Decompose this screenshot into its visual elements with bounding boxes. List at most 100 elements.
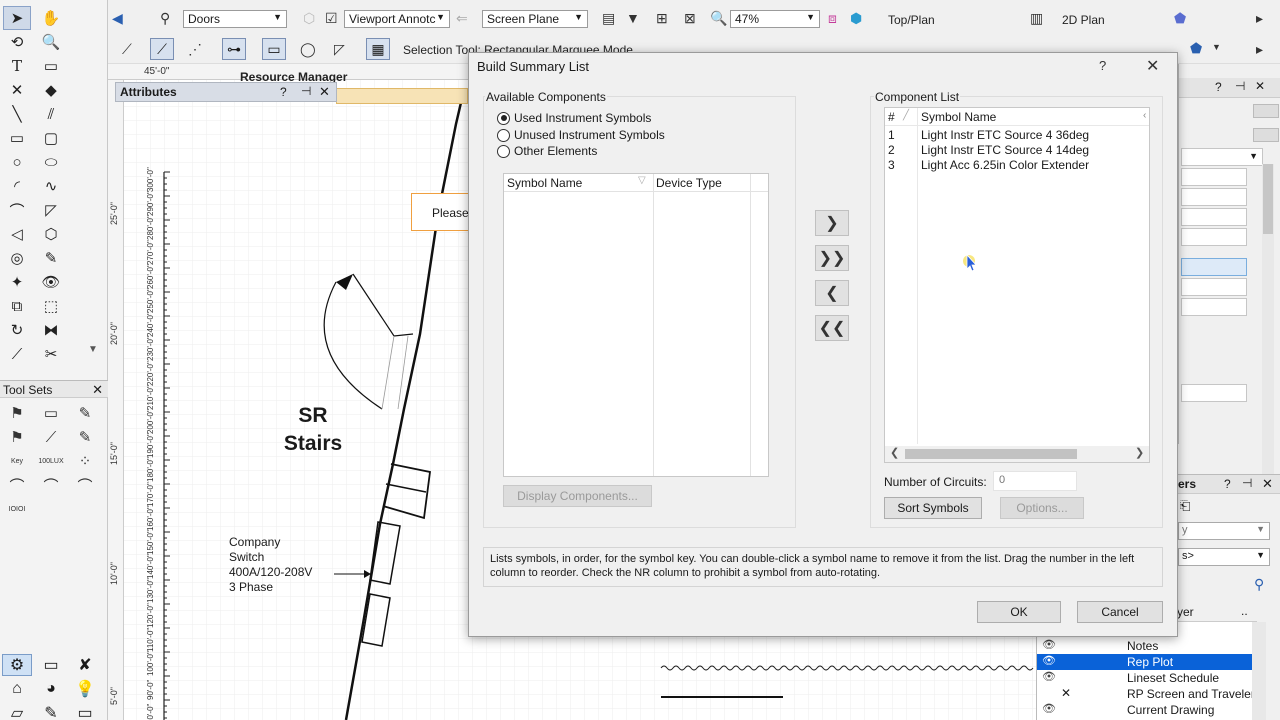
view-value[interactable]: Top/Plan xyxy=(888,13,935,27)
close-icon[interactable]: ✕ xyxy=(92,382,103,398)
layer-icon[interactable]: ⬡ xyxy=(303,10,315,27)
column-more-icon[interactable]: ‹ xyxy=(1143,110,1146,121)
component-list-table[interactable]: # ╱ Symbol Name ‹ 1 Light Instr ETC Sourc… xyxy=(884,107,1150,463)
mirror-tool-icon[interactable]: ⧓ xyxy=(37,318,65,342)
column-number[interactable]: # xyxy=(888,110,895,124)
light-position-icon[interactable]: ▭ xyxy=(36,402,66,424)
note-box[interactable]: Please xyxy=(411,193,473,231)
flyover-tool-icon[interactable]: ⟲ xyxy=(3,30,31,54)
layer-row[interactable]: 👁 Rep Plot xyxy=(1037,654,1257,670)
palette-button[interactable] xyxy=(1253,104,1279,118)
snap-icon[interactable]: ⬟ xyxy=(1190,40,1202,57)
cancel-button[interactable]: Cancel xyxy=(1077,601,1163,623)
layer-column-name[interactable]: yer xyxy=(1177,605,1194,619)
furniture-icon[interactable]: ▭ xyxy=(70,702,100,720)
component-number[interactable]: 3 xyxy=(888,158,895,172)
truss-icon[interactable]: ⚑ xyxy=(2,426,32,448)
rectangular-marquee-icon[interactable]: ▭ xyxy=(262,38,286,60)
class-dropdown[interactable]: Doors ▼ xyxy=(183,10,287,28)
polygon-marquee-icon[interactable]: ◸ xyxy=(334,41,345,58)
focus-point-icon[interactable]: ✎ xyxy=(70,402,100,424)
callout-tool-icon[interactable]: ▭ xyxy=(37,54,65,78)
search-icon[interactable]: ⚲ xyxy=(1254,576,1264,593)
component-number[interactable]: 1 xyxy=(888,128,895,142)
component-symbol-name[interactable]: Light Instr ETC Source 4 14deg xyxy=(921,143,1089,157)
rounded-rectangle-tool-icon[interactable]: ▢ xyxy=(37,126,65,150)
layer-options-icon[interactable]: ☑ xyxy=(325,10,338,27)
double-line-tool-icon[interactable]: ⫽ xyxy=(37,102,65,126)
fill-tool-icon[interactable]: ⬚ xyxy=(37,294,65,318)
spiral-tool-icon[interactable]: ◎ xyxy=(3,246,31,270)
other-elements-radio[interactable]: Other Elements xyxy=(497,143,597,159)
column-symbol-name[interactable]: Symbol Name xyxy=(507,176,582,190)
palette-field-selected[interactable] xyxy=(1181,258,1247,276)
layer-row[interactable]: 👁 Current Drawing xyxy=(1037,702,1257,718)
chevron-down-icon[interactable]: ▼ xyxy=(88,344,98,355)
help-icon[interactable]: ? xyxy=(1099,58,1106,73)
selection-options-icon[interactable]: ▦ xyxy=(366,38,390,60)
projection-icon[interactable]: ⧈ xyxy=(828,10,837,27)
back-arrow-icon[interactable]: ◀ xyxy=(112,10,123,27)
help-icon[interactable]: ? xyxy=(1215,80,1222,94)
navigation-filter-dropdown[interactable]: y ▼ xyxy=(1178,522,1270,540)
palette-field[interactable] xyxy=(1181,278,1247,296)
zoom-icon[interactable]: 🔍 xyxy=(710,10,727,27)
remove-all-button[interactable]: ❮❮ xyxy=(815,315,849,341)
eye-icon[interactable]: 👁 xyxy=(1041,638,1057,651)
fit-to-objects-icon[interactable]: ⊞ xyxy=(656,10,668,27)
reshape-tool-icon[interactable]: ⟋ xyxy=(3,342,31,366)
visualization-icon[interactable]: ◕ xyxy=(36,678,66,700)
pin-icon[interactable]: ⊣ xyxy=(1235,79,1245,93)
close-icon[interactable]: ✕ xyxy=(1255,79,1265,93)
selection-tool-icon[interactable]: ➤ xyxy=(3,6,31,30)
page-icon[interactable]: ▤ xyxy=(602,10,615,27)
rigging-icon[interactable]: ✎ xyxy=(70,426,100,448)
palette-field[interactable] xyxy=(1181,188,1247,206)
palette-field[interactable] xyxy=(1181,384,1247,402)
add-all-button[interactable]: ❯❯ xyxy=(815,245,849,271)
class-icon[interactable]: ⚲ xyxy=(160,10,170,27)
component-row[interactable]: 3 Light Acc 6.25in Color Extender xyxy=(885,158,1149,173)
truss-set-icon[interactable]: ▭ xyxy=(36,654,66,676)
polygon-tool-icon[interactable]: ◸ xyxy=(37,198,65,222)
pin-icon[interactable]: ⊣ xyxy=(1242,476,1252,490)
3d-locus-tool-icon[interactable]: ◆ xyxy=(37,78,65,102)
palette-field[interactable] xyxy=(1181,228,1247,246)
eye-icon[interactable]: 👁 xyxy=(1041,670,1057,683)
circuits-field[interactable]: 0 xyxy=(993,471,1077,491)
speaker-array-icon[interactable]: ⁘ xyxy=(70,450,100,472)
arc-tool-icon[interactable]: ◜ xyxy=(3,174,31,198)
layer-column-more[interactable]: .. xyxy=(1241,604,1248,618)
photometer-icon[interactable]: 100LUX xyxy=(36,450,66,472)
dims-set-icon[interactable]: ✘ xyxy=(70,654,100,676)
display-components-button[interactable]: Display Components... xyxy=(503,485,652,507)
palette-field[interactable] xyxy=(1181,208,1247,226)
column-device-type[interactable]: Device Type xyxy=(656,176,722,190)
zoom-dropdown[interactable]: 47% ▼ xyxy=(730,10,820,28)
sort-symbols-button[interactable]: Sort Symbols xyxy=(884,497,982,519)
regular-polygon-tool-icon[interactable]: ⬡ xyxy=(37,222,65,246)
close-icon[interactable]: ✕ xyxy=(1262,476,1273,492)
layer-row[interactable]: 👁 Notes xyxy=(1037,638,1257,654)
rectangle-tool-icon[interactable]: ▭ xyxy=(3,126,31,150)
line-tool-icon[interactable]: ╲ xyxy=(3,102,31,126)
mode-nodes-icon[interactable]: ⋰ xyxy=(188,41,202,58)
mode-align-icon[interactable]: ⊶ xyxy=(222,38,246,60)
eye-icon[interactable]: 👁 xyxy=(1041,702,1057,715)
more-icon[interactable]: ▸ xyxy=(1256,10,1263,27)
view-options-icon[interactable]: ▼ xyxy=(626,10,640,26)
remove-one-button[interactable]: ❮ xyxy=(815,280,849,306)
snap-options-icon[interactable]: ▼ xyxy=(1212,42,1221,52)
scrollbar[interactable] xyxy=(1262,164,1274,484)
hidden-x-icon[interactable]: ✕ xyxy=(1061,686,1071,700)
mode-constrained-icon[interactable]: ⟋ xyxy=(122,41,132,58)
eyedropper-tool-icon[interactable]: ✎ xyxy=(37,246,65,270)
more-icon[interactable]: ▸ xyxy=(1256,41,1263,58)
pan-tool-icon[interactable]: ✋ xyxy=(37,6,65,30)
building-shell-icon[interactable]: ⌂ xyxy=(2,678,32,700)
close-icon[interactable]: ✕ xyxy=(1146,56,1159,76)
layer-row[interactable]: ✕ RP Screen and Traveler xyxy=(1037,686,1257,702)
chevron-right-icon[interactable]: ❯ xyxy=(1135,446,1144,459)
visibility-tool-icon[interactable]: 👁 xyxy=(37,270,65,294)
layer-row[interactable]: 👁 Lineset Schedule xyxy=(1037,670,1257,686)
